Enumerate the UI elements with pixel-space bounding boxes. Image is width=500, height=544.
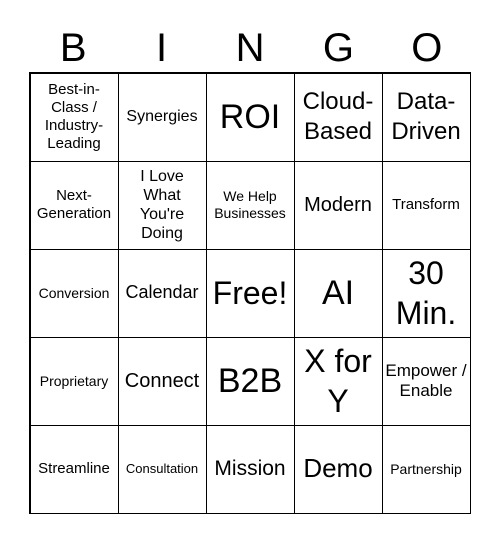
bingo-cell[interactable]: Cloud-Based	[293, 72, 383, 162]
bingo-cell[interactable]: Best-in-Class / Industry-Leading	[29, 72, 119, 162]
bingo-cell[interactable]: We Help Businesses	[205, 160, 295, 250]
bingo-cell[interactable]: Proprietary	[29, 336, 119, 426]
bingo-cell[interactable]: Demo	[293, 424, 383, 514]
bingo-cell[interactable]: Connect	[117, 336, 207, 426]
bingo-cell[interactable]: I Love What You're Doing	[117, 160, 207, 250]
header-letter-i: I	[156, 26, 168, 70]
bingo-cell[interactable]: Transform	[381, 160, 471, 250]
bingo-cell[interactable]: Consultation	[117, 424, 207, 514]
bingo-cell[interactable]: B2B	[205, 336, 295, 426]
bingo-cell[interactable]: Calendar	[117, 248, 207, 338]
header-letter-o: O	[411, 26, 443, 70]
bingo-grid: Best-in-Class / Industry-Leading Synergi…	[29, 72, 471, 514]
bingo-cell[interactable]: Modern	[293, 160, 383, 250]
bingo-cell[interactable]: 30 Min.	[381, 248, 471, 338]
bingo-cell[interactable]: Conversion	[29, 248, 119, 338]
bingo-cell[interactable]: Mission	[205, 424, 295, 514]
bingo-cell[interactable]: Next-Generation	[29, 160, 119, 250]
bingo-cell[interactable]: Data-Driven	[381, 72, 471, 162]
bingo-cell[interactable]: Streamline	[29, 424, 119, 514]
bingo-cell[interactable]: ROI	[205, 72, 295, 162]
header-letter-b: B	[59, 26, 87, 70]
bingo-cell[interactable]: X for Y	[293, 336, 383, 426]
bingo-cell[interactable]: Empower / Enable	[381, 336, 471, 426]
bingo-header: B I N G O	[29, 26, 471, 70]
bingo-cell[interactable]: Synergies	[117, 72, 207, 162]
bingo-cell[interactable]: AI	[293, 248, 383, 338]
bingo-cell[interactable]: Free!	[205, 248, 295, 338]
header-letter-n: N	[235, 26, 265, 70]
bingo-cell[interactable]: Partnership	[381, 424, 471, 514]
header-letter-g: G	[322, 26, 354, 70]
